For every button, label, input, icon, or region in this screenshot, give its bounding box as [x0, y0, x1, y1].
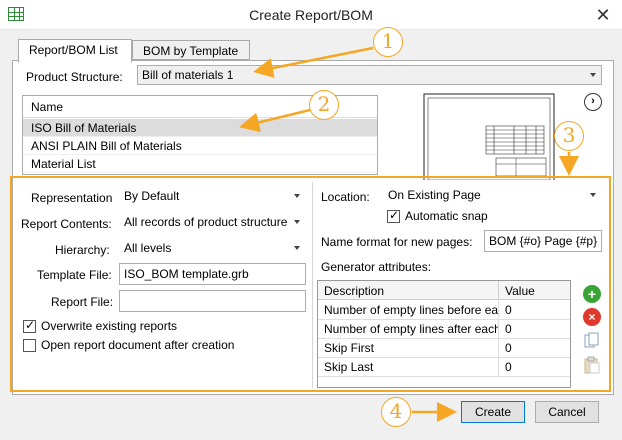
tab-report-bom-list[interactable]: Report/BOM List	[18, 39, 132, 63]
open-after-checkbox[interactable]	[23, 339, 36, 352]
chevron-down-icon	[294, 194, 300, 198]
copy-icon[interactable]	[584, 332, 600, 350]
overwrite-label: Overwrite existing reports	[41, 319, 178, 333]
name-format-label: Name format for new pages:	[321, 235, 473, 249]
title-bar: Create Report/BOM ✕	[0, 0, 622, 30]
grid-cell-description[interactable]: Number of empty lines before each	[318, 301, 499, 320]
chevron-down-icon	[294, 220, 300, 224]
grid-cell-value[interactable]: 0	[499, 320, 570, 339]
chevron-down-icon	[590, 193, 596, 197]
overwrite-checkbox[interactable]	[23, 318, 36, 333]
grid-cell-value[interactable]: 0	[499, 339, 570, 358]
report-contents-label: Report Contents:	[21, 217, 112, 231]
tab-bom-by-template[interactable]: BOM by Template	[132, 40, 250, 60]
grid-cell-value[interactable]: 0	[499, 358, 570, 377]
list-item[interactable]: ANSI PLAIN Bill of Materials	[23, 137, 377, 155]
cancel-button[interactable]: Cancel	[535, 401, 599, 423]
callout-3: 3	[554, 121, 584, 151]
callout-1: 1	[373, 27, 403, 57]
grid-cell-description[interactable]: Skip First	[318, 339, 499, 358]
list-item[interactable]: Material List	[23, 155, 377, 173]
grid-header-value[interactable]: Value	[499, 281, 570, 300]
callout-2: 2	[309, 90, 339, 120]
report-file-label: Report File:	[51, 295, 114, 309]
template-file-input[interactable]: ISO_BOM template.grb	[119, 263, 306, 285]
generator-attributes-label: Generator attributes:	[321, 260, 432, 274]
template-file-label: Template File:	[37, 268, 112, 282]
location-select[interactable]: On Existing Page	[383, 185, 602, 205]
hierarchy-select[interactable]: All levels	[119, 238, 306, 258]
product-structure-label: Product Structure:	[26, 70, 123, 84]
product-structure-select[interactable]: Bill of materials 1	[137, 65, 602, 85]
vertical-divider	[312, 182, 313, 388]
list-item[interactable]: ISO Bill of Materials	[23, 119, 377, 137]
paste-icon[interactable]	[584, 356, 600, 374]
product-structure-value: Bill of materials 1	[142, 68, 234, 82]
grid-header-description[interactable]: Description	[318, 281, 499, 300]
representation-select[interactable]: By Default	[119, 186, 306, 206]
grid-cell-description[interactable]: Number of empty lines after each	[318, 320, 499, 339]
next-page-icon[interactable]: ›	[584, 93, 602, 111]
delete-row-icon[interactable]: ×	[583, 308, 601, 326]
chevron-down-icon	[590, 73, 596, 77]
report-file-input[interactable]	[119, 290, 306, 312]
representation-label: Representation	[31, 191, 113, 205]
grid-cell-value[interactable]: 0	[499, 301, 570, 320]
open-after-label: Open report document after creation	[41, 338, 235, 352]
automatic-snap-checkbox[interactable]	[387, 208, 400, 223]
add-row-icon[interactable]: +	[583, 285, 601, 303]
grid-cell-description[interactable]: Skip Last	[318, 358, 499, 377]
name-format-input[interactable]: BOM {#o} Page {#p}	[484, 230, 602, 252]
location-label: Location:	[321, 190, 370, 204]
automatic-snap-label: Automatic snap	[405, 209, 488, 223]
window-title: Create Report/BOM	[249, 7, 373, 23]
location-value: On Existing Page	[388, 188, 481, 202]
report-contents-select[interactable]: All records of product structure	[119, 212, 306, 232]
callout-4: 4	[381, 397, 411, 427]
hierarchy-label: Hierarchy:	[55, 243, 110, 257]
hierarchy-value: All levels	[124, 241, 172, 255]
representation-value: By Default	[124, 189, 180, 203]
report-contents-value: All records of product structure	[124, 215, 288, 229]
create-button[interactable]: Create	[461, 401, 525, 423]
close-icon[interactable]: ✕	[592, 4, 614, 26]
chevron-down-icon	[294, 246, 300, 250]
generator-attributes-grid[interactable]: Description Value Number of empty lines …	[317, 280, 571, 388]
